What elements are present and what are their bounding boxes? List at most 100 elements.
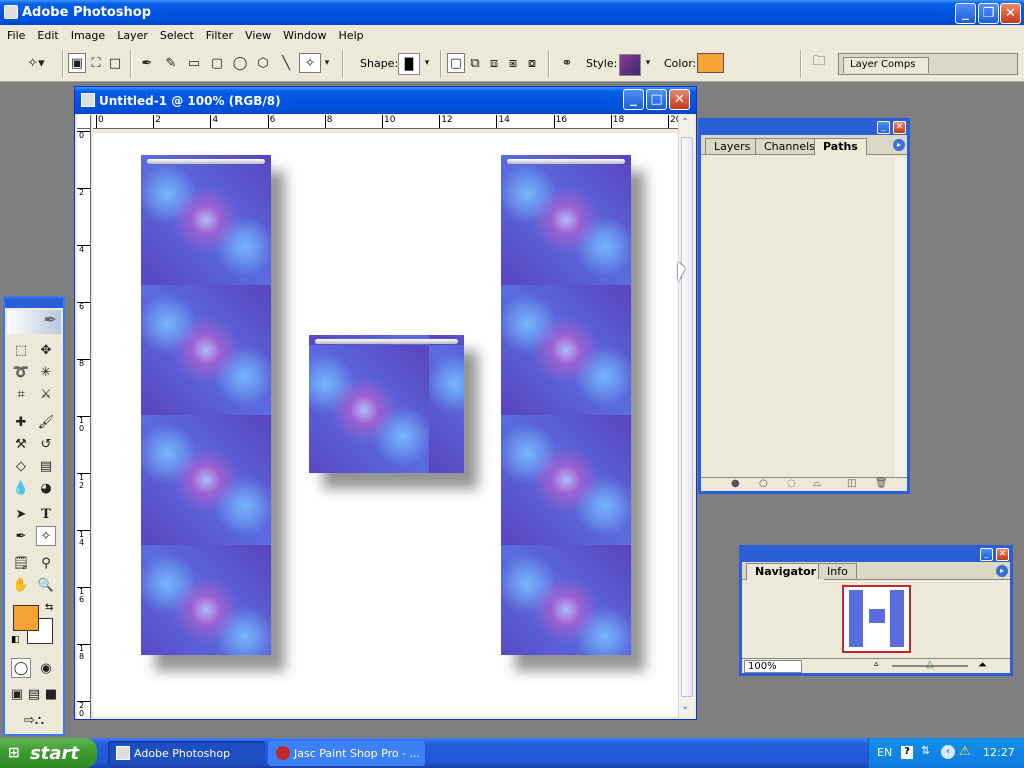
standard-screen-mode-icon[interactable]: ▣	[9, 684, 25, 704]
zoom-input[interactable]	[744, 660, 802, 673]
menu-window[interactable]: Window	[277, 29, 332, 42]
brush-tool-icon[interactable]: 🖌	[36, 412, 56, 432]
eraser-tool-icon[interactable]: ◇	[11, 456, 31, 476]
document-close-button[interactable]: ✕	[669, 89, 690, 110]
zoom-slider-thumb[interactable]: △	[926, 659, 934, 670]
scroll-up-arrow-icon[interactable]: ⌃	[681, 117, 689, 128]
link-icon[interactable]: ⚭	[558, 53, 576, 73]
center-block-shape[interactable]	[309, 335, 464, 473]
layer-comps-tab[interactable]: Layer Comps	[843, 57, 929, 73]
taskbar-item-photoshop[interactable]: Adobe Photoshop	[108, 741, 265, 766]
vertical-scrollbar[interactable]: ⌃ ⌄	[678, 115, 695, 719]
custom-shape-tool-icon[interactable]: ✧	[299, 53, 321, 73]
history-brush-icon[interactable]: ↺	[36, 434, 56, 454]
intersect-shape-icon[interactable]: ⧆	[504, 53, 522, 73]
magic-wand-icon[interactable]: ✳	[36, 362, 56, 382]
vertical-ruler[interactable]: 0 2 4 6 8 1 0 1 2 1 4 1 6 1 8 2 0	[77, 129, 91, 719]
navigator-menu-arrow-icon[interactable]: ▸	[996, 565, 1008, 577]
scroll-down-arrow-icon[interactable]: ⌄	[681, 701, 689, 712]
rounded-rectangle-icon[interactable]: ▢	[208, 53, 226, 73]
slice-tool-icon[interactable]: ⚔	[36, 384, 56, 404]
shape-layers-icon[interactable]: ▣	[68, 53, 86, 73]
layers-panel-title-bar[interactable]: _ ✕	[701, 121, 907, 135]
exclude-shape-icon[interactable]: ⧇	[523, 53, 541, 73]
paths-mode-icon[interactable]: ⛶	[87, 53, 105, 73]
palette-well[interactable]: Layer Comps	[838, 53, 1018, 75]
navigator-close-button[interactable]: ✕	[996, 548, 1009, 561]
type-tool-icon[interactable]: T	[36, 504, 56, 524]
shape-color-swatch[interactable]	[697, 53, 724, 73]
close-button[interactable]: ✕	[1000, 3, 1021, 24]
pen-tool-icon[interactable]: ✒	[11, 526, 31, 546]
zoom-out-icon[interactable]: ▵	[874, 659, 879, 669]
fill-pixels-icon[interactable]: □	[106, 53, 124, 73]
full-screen-menu-mode-icon[interactable]: ▤	[26, 684, 42, 704]
make-work-path-icon[interactable]: ⌓	[813, 478, 821, 489]
clone-stamp-icon[interactable]: ⚒	[11, 434, 31, 454]
layers-panel-minimize-button[interactable]: _	[877, 121, 890, 134]
dodge-tool-icon[interactable]: ◕	[36, 478, 56, 498]
language-indicator[interactable]: EN	[877, 746, 892, 759]
foreground-color-swatch[interactable]	[13, 605, 39, 631]
tab-info[interactable]: Info	[818, 563, 857, 579]
ruler-origin[interactable]	[77, 115, 91, 129]
tray-expand-icon[interactable]: ‹	[941, 745, 955, 759]
style-picker-arrow-icon[interactable]: ▾	[643, 53, 653, 73]
jump-to-imageready-icon[interactable]: ⇨⛬	[11, 710, 57, 730]
menu-image[interactable]: Image	[65, 29, 111, 42]
document-maximize-button[interactable]: □	[646, 89, 667, 110]
canvas[interactable]	[93, 133, 678, 717]
document-title-bar[interactable]: Untitled-1 @ 100% (RGB/8) _ □ ✕	[75, 87, 696, 114]
help-icon[interactable]: ?	[901, 746, 913, 759]
security-alert-icon[interactable]: ⚠	[959, 744, 971, 759]
new-path-icon[interactable]: ◫	[847, 478, 856, 489]
fill-path-icon[interactable]: ●	[731, 478, 740, 489]
start-button[interactable]: ⊞ start	[0, 738, 97, 768]
document-minimize-button[interactable]: _	[623, 89, 644, 110]
panel-menu-arrow-icon[interactable]: ▸	[893, 139, 905, 151]
layers-panel-close-button[interactable]: ✕	[893, 121, 906, 134]
create-new-shape-layer-icon[interactable]: ▢	[447, 53, 465, 73]
horizontal-ruler[interactable]: 0 2 4 6 8 10 12 14 16 18 20	[93, 115, 681, 129]
network-icon[interactable]: ⇅	[921, 744, 930, 757]
paths-scrollbar[interactable]	[893, 157, 907, 477]
swap-colors-icon[interactable]: ⇆	[45, 602, 53, 613]
load-selection-icon[interactable]: ◌	[787, 478, 796, 489]
minimize-button[interactable]: _	[955, 3, 976, 24]
marquee-tool-icon[interactable]: ⬚	[11, 340, 31, 360]
move-tool-icon[interactable]: ✥	[36, 340, 56, 360]
shape-picker-arrow-icon[interactable]: ▾	[422, 53, 432, 73]
paths-list[interactable]	[703, 157, 893, 477]
tab-paths[interactable]: Paths	[814, 138, 867, 155]
toolbox-title-bar[interactable]	[5, 298, 63, 308]
line-tool-icon[interactable]: ╲	[277, 53, 295, 73]
shape-picker[interactable]: ▐▌	[398, 53, 420, 75]
add-to-shape-area-icon[interactable]: ⧉	[466, 53, 484, 73]
quick-mask-mode-icon[interactable]: ◉	[36, 658, 56, 678]
navigator-title-bar[interactable]: _ ✕	[742, 548, 1010, 562]
custom-shape-tool-icon[interactable]: ✧	[36, 526, 56, 546]
path-selection-icon[interactable]: ➤	[11, 504, 31, 524]
menu-layer[interactable]: Layer	[111, 29, 154, 42]
menu-view[interactable]: View	[239, 29, 277, 42]
blur-tool-icon[interactable]: 💧	[11, 478, 31, 498]
polygon-tool-icon[interactable]: ⬡	[254, 53, 272, 73]
zoom-in-icon[interactable]: ⏶	[978, 658, 987, 672]
menu-edit[interactable]: Edit	[31, 29, 64, 42]
hand-tool-icon[interactable]: ✋	[11, 575, 31, 595]
ellipse-tool-icon[interactable]: ◯	[231, 53, 249, 73]
rectangle-tool-icon[interactable]: ▭	[185, 53, 203, 73]
menu-help[interactable]: Help	[333, 29, 370, 42]
menu-select[interactable]: Select	[154, 29, 200, 42]
menu-file[interactable]: File	[1, 29, 31, 42]
crop-tool-icon[interactable]: ⌗	[11, 384, 31, 404]
geometry-options-arrow-icon[interactable]: ▾	[322, 53, 332, 73]
full-screen-mode-icon[interactable]: ■	[43, 684, 59, 704]
zoom-tool-icon[interactable]: 🔍	[36, 575, 56, 595]
tool-preset-picker[interactable]: ✧▾	[20, 53, 52, 73]
stroke-path-icon[interactable]: ○	[759, 478, 768, 489]
zoom-slider[interactable]: △	[892, 659, 968, 670]
style-picker[interactable]	[619, 54, 641, 76]
pen-tool-icon[interactable]: ✒	[138, 53, 156, 73]
standard-mode-icon[interactable]: ◯	[11, 658, 31, 678]
